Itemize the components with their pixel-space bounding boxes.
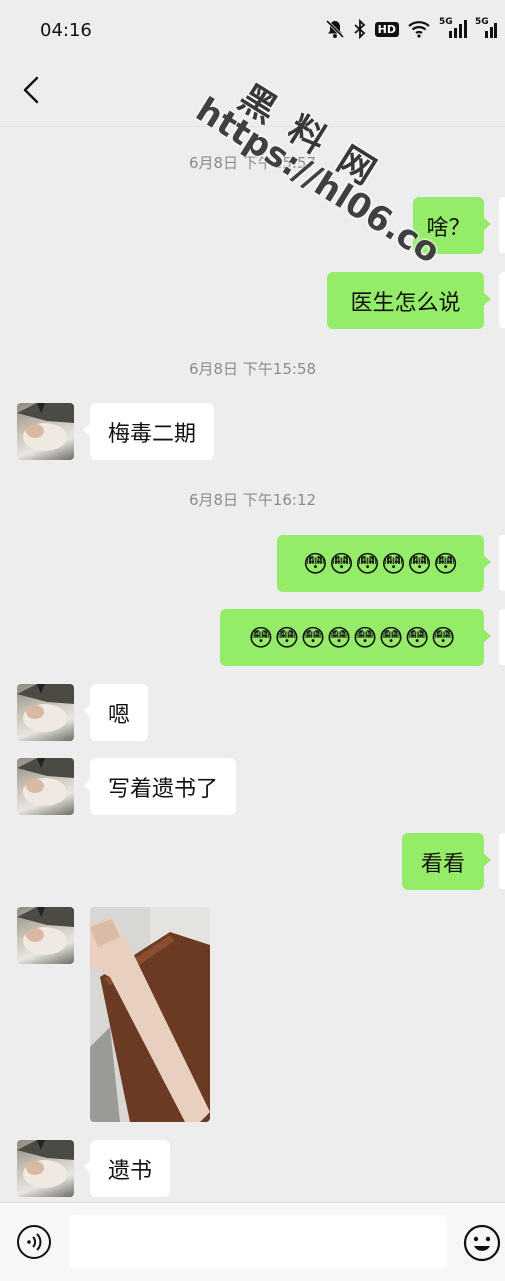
message-text: 啥？ bbox=[426, 215, 471, 241]
flushed-face-emoji: 😳 bbox=[354, 549, 380, 578]
status-icons: HD 5G 5G bbox=[325, 17, 497, 39]
sent-message-bubble[interactable]: 医生怎么说 bbox=[327, 272, 491, 329]
wifi-icon bbox=[407, 19, 431, 39]
sent-emoji-bubble[interactable]: 😳 😳 😳 😳 😳 😳 bbox=[277, 535, 491, 592]
bell-off-icon bbox=[325, 19, 345, 39]
emoji-row: 😳 😳 😳 😳 😳 😳 😳 😳 bbox=[248, 626, 455, 650]
back-arrow-icon bbox=[23, 76, 39, 104]
signal-icon: 5G bbox=[439, 17, 467, 39]
flushed-face-emoji: 😳 bbox=[430, 623, 456, 652]
signal-icon-2: 5G bbox=[475, 17, 497, 39]
contact-avatar[interactable] bbox=[17, 403, 74, 460]
self-avatar[interactable] bbox=[499, 197, 505, 253]
flushed-face-emoji: 😳 bbox=[302, 549, 328, 578]
received-message-bubble[interactable]: 梅毒二期 bbox=[82, 403, 215, 460]
received-message-bubble[interactable]: 嗯 bbox=[82, 684, 149, 741]
flushed-face-emoji: 😳 bbox=[300, 623, 326, 652]
self-avatar[interactable] bbox=[499, 609, 505, 665]
message-text: 遗书 bbox=[108, 1158, 153, 1184]
self-avatar[interactable] bbox=[499, 535, 505, 591]
sent-message-bubble[interactable]: 啥？ bbox=[413, 197, 491, 254]
received-message-bubble[interactable]: 写着遗书了 bbox=[82, 758, 237, 815]
flushed-face-emoji: 😳 bbox=[328, 549, 354, 578]
received-message-bubble[interactable]: 遗书 bbox=[82, 1140, 171, 1197]
message-text: 嗯 bbox=[108, 702, 131, 728]
contact-avatar[interactable] bbox=[17, 1140, 74, 1197]
self-avatar[interactable] bbox=[499, 833, 505, 889]
voice-button[interactable] bbox=[16, 1224, 52, 1260]
message-timestamp: 6月8日 下午16:12 bbox=[188, 491, 317, 509]
contact-avatar[interactable] bbox=[17, 684, 74, 741]
status-bar: 04:16 HD 5G 5G bbox=[0, 0, 505, 60]
flushed-face-emoji: 😳 bbox=[248, 623, 274, 652]
sent-message-bubble[interactable]: 看看 bbox=[402, 833, 491, 890]
self-avatar[interactable] bbox=[499, 272, 505, 328]
flushed-face-emoji: 😳 bbox=[378, 623, 404, 652]
message-timestamp: 6月8日 下午15:58 bbox=[188, 360, 317, 378]
bluetooth-icon bbox=[353, 19, 367, 39]
message-text: 医生怎么说 bbox=[350, 290, 461, 316]
sent-emoji-bubble[interactable]: 😳 😳 😳 😳 😳 😳 😳 😳 bbox=[220, 609, 491, 666]
flushed-face-emoji: 😳 bbox=[381, 549, 407, 578]
voice-icon bbox=[17, 1225, 51, 1259]
contact-avatar[interactable] bbox=[17, 758, 74, 815]
emoji-icon bbox=[463, 1224, 501, 1262]
flushed-face-emoji: 😳 bbox=[433, 549, 459, 578]
input-bar bbox=[0, 1202, 505, 1281]
hd-badge: HD bbox=[374, 21, 399, 37]
message-text: 写着遗书了 bbox=[108, 776, 219, 802]
chat-header bbox=[0, 60, 505, 127]
flushed-face-emoji: 😳 bbox=[407, 549, 433, 578]
message-input[interactable] bbox=[69, 1215, 447, 1269]
status-time: 04:16 bbox=[40, 20, 92, 41]
flushed-face-emoji: 😳 bbox=[326, 623, 352, 652]
emoji-row: 😳 😳 😳 😳 😳 😳 bbox=[303, 552, 458, 576]
contact-avatar[interactable] bbox=[17, 907, 74, 964]
message-text: 梅毒二期 bbox=[108, 421, 197, 447]
message-text: 看看 bbox=[420, 851, 465, 877]
back-button[interactable] bbox=[14, 70, 48, 110]
image-message[interactable] bbox=[90, 907, 210, 1122]
message-timestamp: 6月8日 下午15:57 bbox=[188, 154, 317, 172]
flushed-face-emoji: 😳 bbox=[352, 623, 378, 652]
emoji-button[interactable] bbox=[462, 1223, 502, 1263]
flushed-face-emoji: 😳 bbox=[404, 623, 430, 652]
flushed-face-emoji: 😳 bbox=[274, 623, 300, 652]
